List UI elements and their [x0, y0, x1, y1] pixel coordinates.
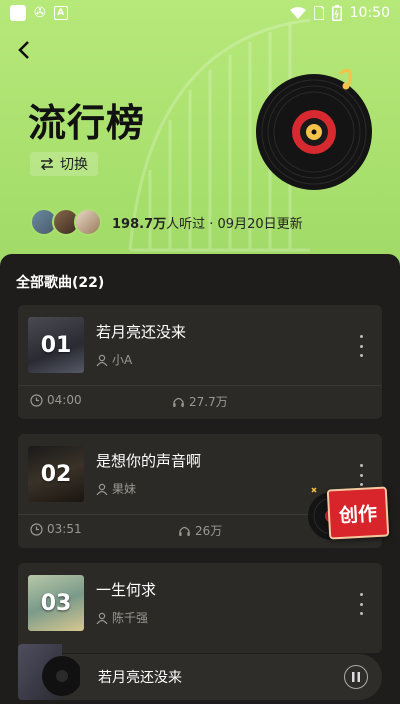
- swap-icon: [41, 158, 53, 170]
- listen-suffix: 人听过 · 09月20日更新: [166, 216, 303, 232]
- mini-player[interactable]: 若月亮还没来: [18, 644, 382, 700]
- artist-row: 果妹: [96, 480, 136, 497]
- a-icon: A: [53, 6, 68, 20]
- rank-number: 01: [40, 332, 72, 358]
- clock-icon: [30, 393, 43, 407]
- rank-number: 03: [40, 590, 72, 616]
- play-count: 26万: [195, 524, 223, 538]
- page-title: 流行榜: [28, 101, 146, 145]
- now-playing-cover: [18, 644, 80, 700]
- plays-row: 27.7万: [172, 393, 228, 410]
- artist-name: 陈千强: [112, 611, 149, 625]
- person-icon: [96, 483, 108, 495]
- list-item[interactable]: 03 一生何求 陈千强: [18, 563, 382, 653]
- now-playing-title: 若月亮还没来: [98, 670, 182, 686]
- back-arrow-icon[interactable]: [14, 38, 34, 62]
- battery-icon: [331, 5, 342, 21]
- pause-button[interactable]: [344, 665, 368, 689]
- duration: 03:51: [47, 522, 82, 536]
- listener-count: 198.7万: [112, 216, 167, 232]
- song-title: 一生何求: [96, 581, 157, 599]
- status-bar: ✇ A 10:50: [0, 0, 400, 26]
- switch-label: 切换: [60, 157, 88, 173]
- duration-row: 04:00: [30, 393, 82, 407]
- song-title: 若月亮还没来: [96, 323, 187, 341]
- headphones-icon: [179, 526, 190, 536]
- play-count: 27.7万: [189, 395, 228, 409]
- status-time: 10:50: [349, 5, 390, 21]
- avatar[interactable]: [74, 208, 102, 236]
- list-item[interactable]: 01 若月亮还没来 小A 04:00 27.7万: [18, 305, 382, 419]
- album-cover: 01: [28, 317, 84, 373]
- more-options-icon[interactable]: [356, 593, 366, 615]
- person-icon: [96, 612, 108, 624]
- create-button[interactable]: 创作: [326, 486, 390, 540]
- album-cover: 03: [28, 575, 84, 631]
- rank-number: 02: [40, 461, 72, 487]
- more-options-icon[interactable]: [356, 335, 366, 357]
- artist-row: 小A: [96, 351, 132, 368]
- duration-row: 03:51: [30, 522, 82, 536]
- divider: [18, 385, 382, 386]
- headphones-icon: [173, 397, 184, 407]
- wifi-icon: [289, 7, 306, 19]
- artist-row: 陈千强: [96, 609, 148, 626]
- artist-name: 小A: [112, 353, 133, 367]
- song-count-label: 全部歌曲(22): [16, 275, 105, 291]
- vinyl-record-icon: [256, 68, 372, 190]
- app-square-icon: [10, 5, 26, 21]
- listener-info: 198.7万人听过 · 09月20日更新: [30, 208, 303, 236]
- more-options-icon[interactable]: [356, 464, 366, 486]
- artist-name: 果妹: [112, 482, 137, 496]
- sim-icon: [313, 6, 324, 20]
- song-title: 是想你的声音啊: [96, 452, 202, 470]
- album-cover: 02: [28, 446, 84, 502]
- chinese-glyph-icon: ✇: [34, 5, 46, 21]
- person-icon: [96, 354, 108, 366]
- switch-button[interactable]: 切换: [30, 152, 98, 176]
- plays-row: 26万: [178, 522, 222, 539]
- pause-icon: [352, 672, 360, 682]
- listen-stats: 198.7万人听过 · 09月20日更新: [112, 213, 303, 232]
- clock-icon: [30, 522, 43, 536]
- duration: 04:00: [47, 393, 82, 407]
